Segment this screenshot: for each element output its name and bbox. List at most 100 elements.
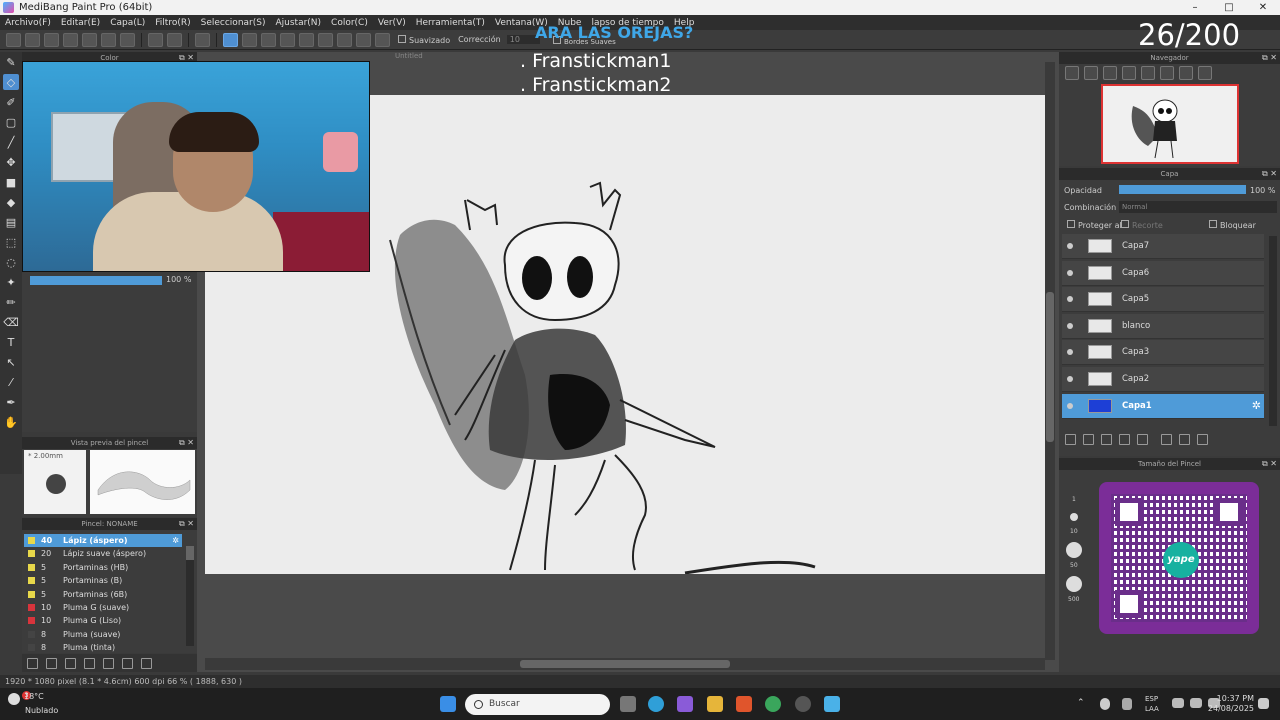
brush-list-item[interactable]: 8 Pluma (tinta) <box>24 641 182 654</box>
notification-icon[interactable] <box>1258 698 1269 709</box>
dot-tool-icon[interactable]: ✐ <box>3 94 19 110</box>
brush-size-500-button[interactable] <box>1066 576 1082 592</box>
canvas-tab-title[interactable]: Untitled <box>395 52 423 60</box>
layer-list-scrollbar[interactable] <box>1269 236 1277 426</box>
visibility-icon[interactable] <box>1067 349 1073 356</box>
flip-icon[interactable] <box>1198 66 1212 80</box>
canvas-horizontal-scrollbar[interactable] <box>205 658 1045 670</box>
display-icon[interactable] <box>1172 698 1184 708</box>
close-icon[interactable]: ⧉ ✕ <box>1262 52 1277 64</box>
close-icon[interactable]: ⧉ ✕ <box>179 437 194 449</box>
bucket-tool-icon[interactable]: ◆ <box>3 194 19 210</box>
layer-row[interactable]: Capa7 <box>1062 234 1264 259</box>
menu-filtro[interactable]: Filtro(R) <box>150 18 195 28</box>
cloud-icon[interactable] <box>6 32 21 47</box>
layer-row[interactable]: Capa5 <box>1062 287 1264 313</box>
redo-icon[interactable] <box>167 32 182 47</box>
layer-row[interactable]: Capa2 <box>1062 367 1264 392</box>
vanish-snap-icon[interactable] <box>280 32 295 47</box>
menu-ajustar[interactable]: Ajustar(N) <box>270 18 326 28</box>
chrome-icon[interactable] <box>765 696 781 712</box>
fit-screen-icon[interactable] <box>1141 66 1155 80</box>
weather-widget[interactable]: 3 18°C Nublado <box>8 691 58 716</box>
brush-size-10-button[interactable] <box>1070 513 1078 521</box>
brush-size-50-button[interactable] <box>1066 542 1082 558</box>
brush-list-item[interactable]: 5 Portaminas (B) <box>24 574 182 587</box>
new-8bit-layer-icon[interactable] <box>1101 434 1112 445</box>
add-layer-menu-icon[interactable] <box>1119 434 1130 445</box>
text-tool-icon[interactable]: T <box>3 334 19 350</box>
duplicate-icon[interactable] <box>122 657 133 669</box>
new-brush-icon[interactable] <box>46 657 57 669</box>
brush-list-item[interactable]: 5 Portaminas (6B) <box>24 588 182 601</box>
minimize-button[interactable]: – <box>1178 2 1212 13</box>
brush-list-item[interactable]: 10 Pluma G (Liso) <box>24 614 182 627</box>
magic-wand-icon[interactable]: ✦ <box>3 274 19 290</box>
brush-list-item[interactable]: 20 Lápiz suave (áspero) <box>24 547 182 560</box>
brush-list-item[interactable]: 8 Pluma (suave) <box>24 628 182 641</box>
brush-tool-icon[interactable]: ✎ <box>3 54 19 70</box>
medibang-icon[interactable] <box>824 696 840 712</box>
select-pen-icon[interactable]: ✏ <box>3 294 19 310</box>
taskbar-search[interactable]: Buscar <box>465 694 610 715</box>
close-icon[interactable]: ⧉ ✕ <box>1262 458 1277 470</box>
suavizado-checkbox[interactable]: Suavizado <box>398 34 450 45</box>
menu-color[interactable]: Color(C) <box>326 18 373 28</box>
language-indicator[interactable]: ESP LAA <box>1145 694 1159 714</box>
layer-row[interactable]: Capa3 <box>1062 340 1264 366</box>
visibility-icon[interactable] <box>1067 296 1073 303</box>
merge-layer-icon[interactable] <box>1179 434 1190 445</box>
layer-row[interactable]: blanco <box>1062 313 1264 339</box>
divide-tool-icon[interactable]: ⁄ <box>3 374 19 390</box>
brush-settings-icon[interactable]: ✲ <box>172 536 179 545</box>
parallel-snap-icon[interactable] <box>242 32 257 47</box>
menu-seleccionar[interactable]: Seleccionar(S) <box>196 18 271 28</box>
layer-row[interactable]: Capa1 ✲ <box>1062 393 1264 419</box>
select-tool-icon[interactable]: ⬚ <box>3 234 19 250</box>
rect-tool-icon[interactable]: ▢ <box>3 114 19 130</box>
new-file-icon[interactable] <box>25 32 40 47</box>
blend-mode-select[interactable]: Normal <box>1119 201 1277 213</box>
clip-checkbox[interactable]: Recorte <box>1121 220 1163 230</box>
brush-list-item[interactable]: 5 Portaminas (HB) <box>24 561 182 574</box>
file-explorer-icon[interactable] <box>707 696 723 712</box>
visibility-icon[interactable] <box>1067 243 1073 249</box>
radial-snap-icon[interactable] <box>299 32 314 47</box>
circle-snap-icon[interactable] <box>318 32 333 47</box>
save-icon[interactable] <box>63 32 78 47</box>
scroll-thumb[interactable] <box>520 660 730 668</box>
move-tool-icon[interactable]: ✥ <box>3 154 19 170</box>
new-layer-icon[interactable] <box>1065 434 1076 445</box>
clock[interactable]: 10:37 PM 24/08/2025 <box>1208 694 1254 714</box>
visibility-icon[interactable] <box>1067 322 1073 329</box>
deselect-icon[interactable] <box>195 32 210 47</box>
zoom-in-alt-icon[interactable] <box>1084 66 1098 80</box>
undo-icon[interactable] <box>148 32 163 47</box>
color-opacity-slider[interactable] <box>30 276 162 285</box>
ellipse-snap-icon[interactable] <box>375 32 390 47</box>
zoom-in-icon[interactable] <box>1065 66 1079 80</box>
menu-editar[interactable]: Editar(E) <box>56 18 105 28</box>
layer-settings-icon[interactable]: ✲ <box>1252 399 1261 412</box>
edge-icon[interactable] <box>648 696 664 712</box>
gradient-tool-icon[interactable]: ▤ <box>3 214 19 230</box>
trash-icon[interactable] <box>141 657 152 669</box>
cross-snap-icon[interactable] <box>261 32 276 47</box>
brave-icon[interactable] <box>736 696 752 712</box>
menu-capa[interactable]: Capa(L) <box>105 18 150 28</box>
pen-icon[interactable] <box>1122 698 1132 710</box>
duplicate-layer-icon[interactable] <box>1161 434 1172 445</box>
maximize-button[interactable]: □ <box>1212 2 1246 13</box>
grid-icon[interactable] <box>120 32 135 47</box>
layer-row[interactable]: Capa6 <box>1062 260 1264 286</box>
page-icon[interactable] <box>82 32 97 47</box>
fill-rect-tool-icon[interactable]: ■ <box>3 174 19 190</box>
microphone-icon[interactable] <box>1100 698 1110 710</box>
comment-icon[interactable] <box>44 32 59 47</box>
copilot-icon[interactable] <box>677 696 693 712</box>
close-icon[interactable]: ⧉ ✕ <box>179 518 194 530</box>
add-brush-icon[interactable] <box>65 657 76 669</box>
visibility-icon[interactable] <box>1067 402 1073 409</box>
visibility-icon[interactable] <box>1067 376 1073 382</box>
copy-brush-icon[interactable] <box>84 657 95 669</box>
